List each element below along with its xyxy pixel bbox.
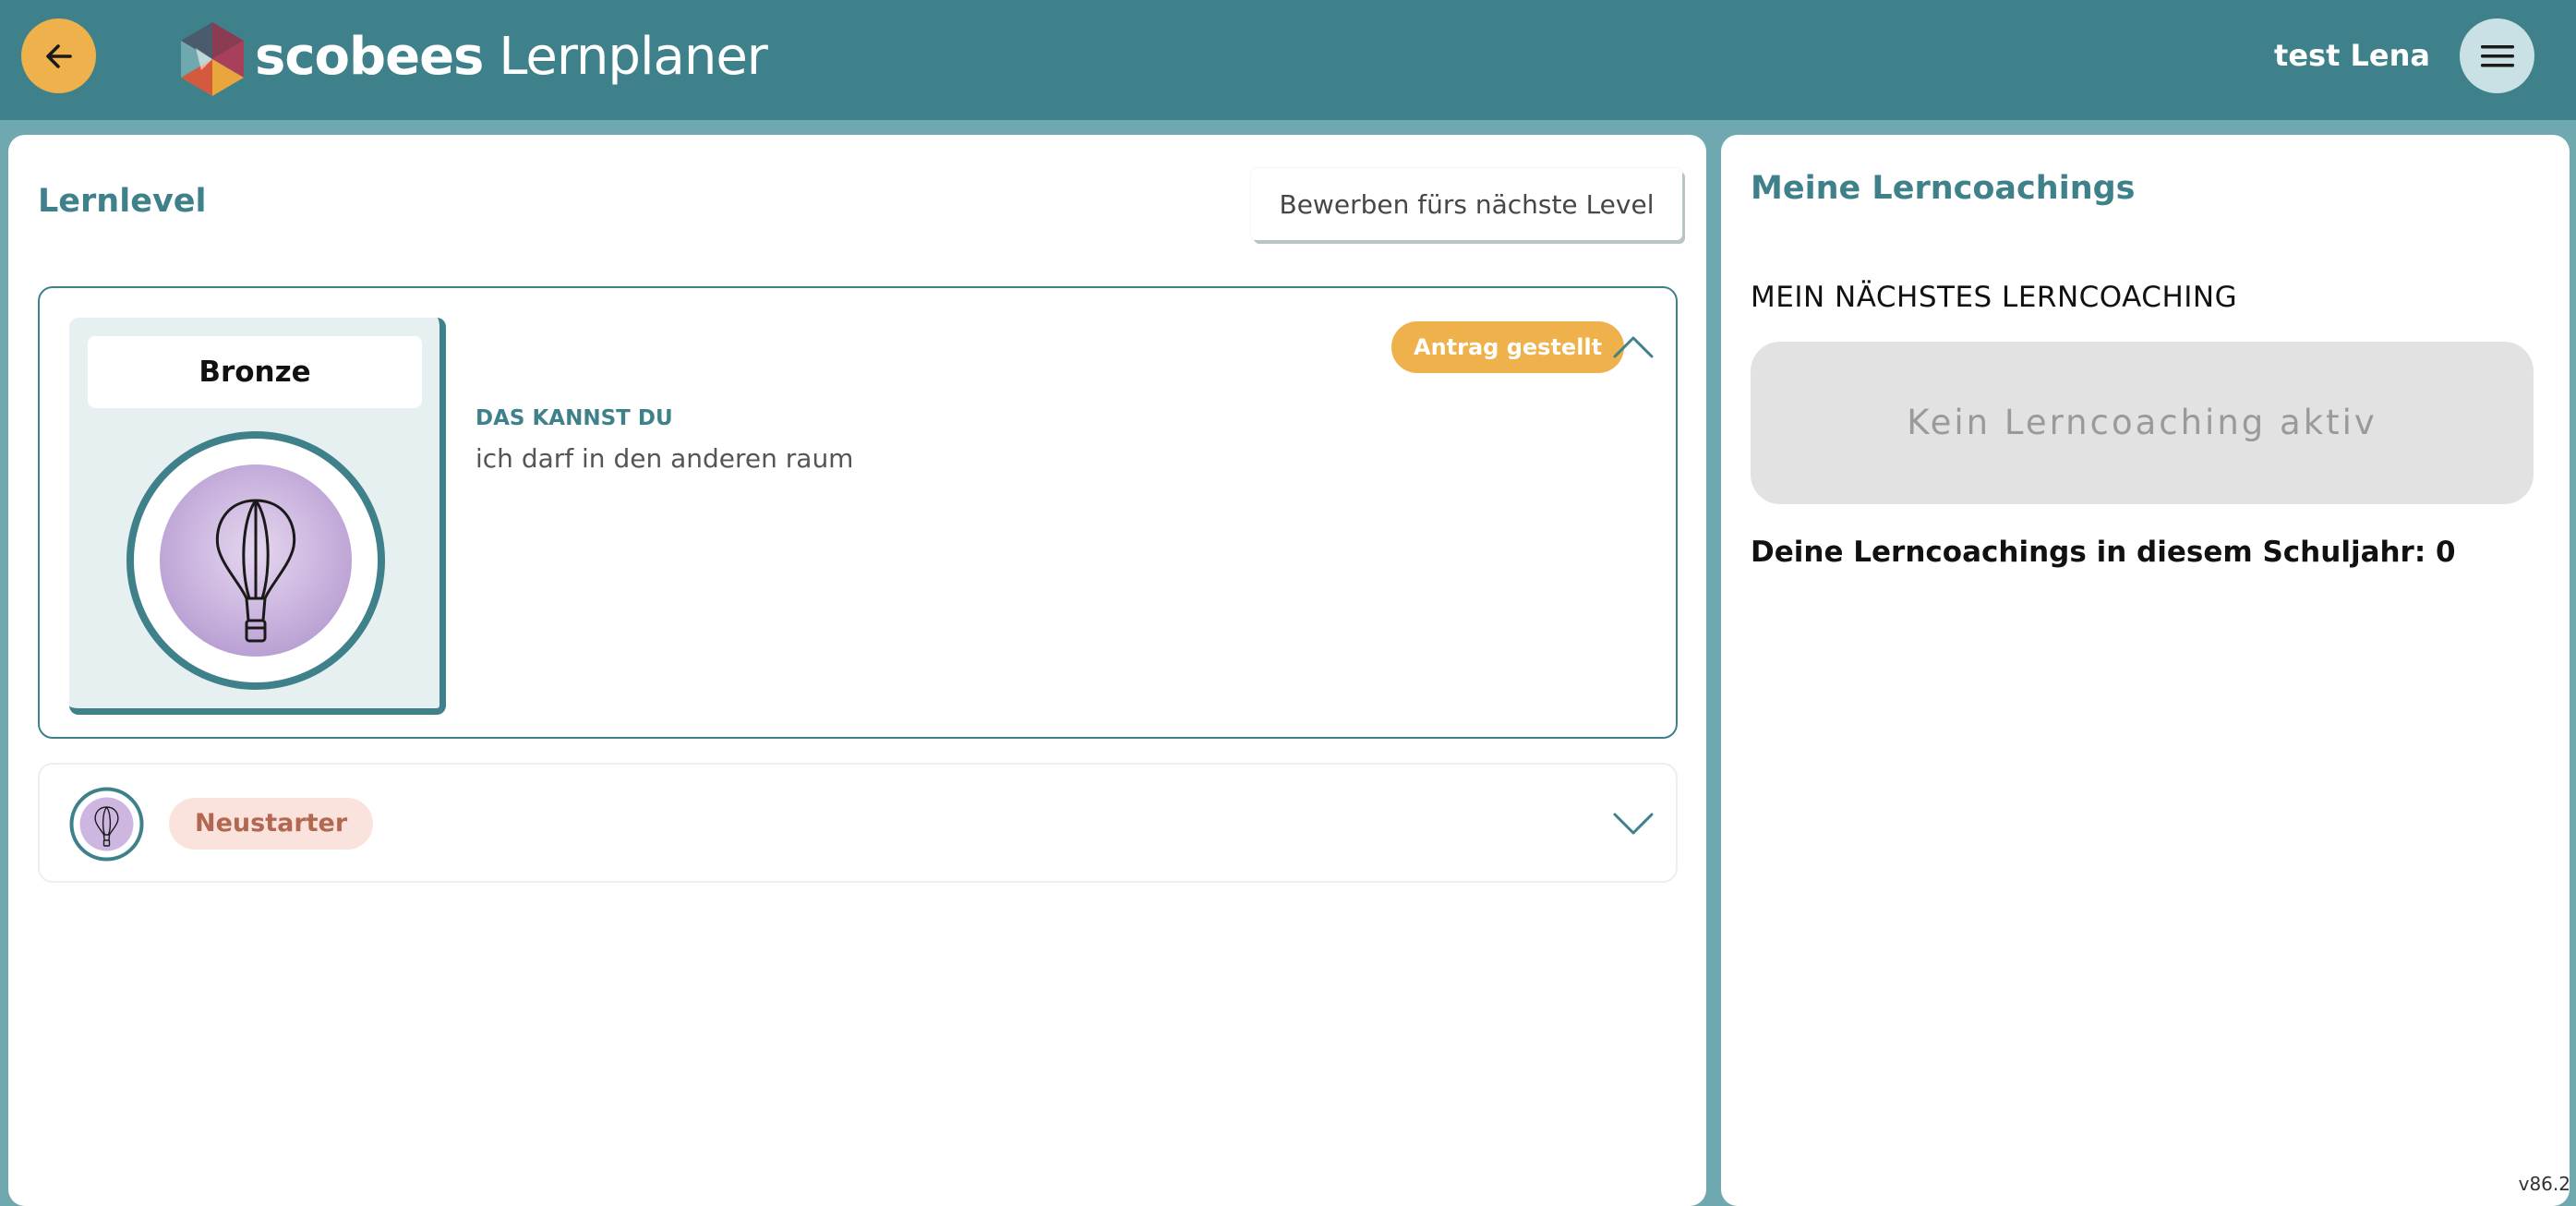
menu-button[interactable]: [2460, 18, 2534, 93]
user-name[interactable]: test Lena: [2274, 31, 2430, 79]
chevron-up-icon[interactable]: [1611, 332, 1655, 362]
app-logo-text: scobees Lernplaner: [255, 20, 767, 94]
hamburger-menu-icon: [2479, 42, 2516, 71]
level-card-neustarter[interactable]: Neustarter: [38, 763, 1678, 883]
level-card-bronze: Bronze: [38, 286, 1678, 739]
level-name-neustarter: Neustarter: [169, 798, 373, 850]
level-name: Bronze: [88, 336, 422, 408]
next-coaching-label: MEIN NÄCHSTES LERNCOACHING: [1751, 281, 2237, 314]
status-badge: Antrag gestellt: [1391, 321, 1624, 373]
skills-heading: DAS KANNST DU: [475, 406, 673, 430]
logo-product: Lernplaner: [499, 27, 767, 87]
scobees-logo-icon: [177, 22, 247, 96]
level-badge: Bronze: [69, 318, 446, 715]
coachings-title: Meine Lerncoachings: [1751, 170, 2136, 207]
version-label: v86.2: [2519, 1173, 2570, 1195]
empty-coaching-box: Kein Lerncoaching aktiv: [1751, 342, 2534, 504]
coachings-panel: Meine Lerncoachings MEIN NÄCHSTES LERNCO…: [1721, 135, 2570, 1206]
lernlevel-panel: Lernlevel Bewerben fürs nächste Level Br…: [8, 135, 1706, 1206]
top-bar: scobees Lernplaner test Lena: [0, 0, 2576, 120]
hot-air-balloon-icon: [126, 430, 386, 691]
chevron-down-icon[interactable]: [1611, 809, 1655, 838]
lernlevel-title: Lernlevel: [38, 183, 207, 220]
back-button[interactable]: [21, 18, 96, 93]
logo-brand: scobees: [255, 27, 483, 87]
coaching-count: Deine Lerncoachings in diesem Schuljahr:…: [1751, 536, 2456, 569]
skills-text: ich darf in den anderen raum: [475, 443, 853, 474]
apply-next-level-button[interactable]: Bewerben fürs nächste Level: [1251, 168, 1682, 240]
hot-air-balloon-icon: [69, 787, 144, 862]
arrow-left-icon: [41, 38, 78, 75]
